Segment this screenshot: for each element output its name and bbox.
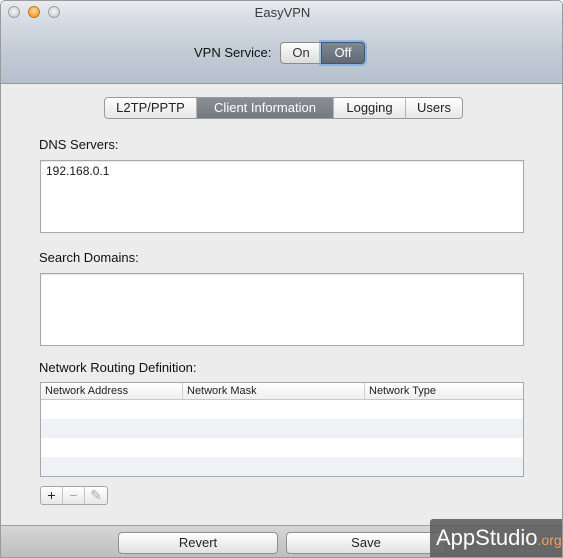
vpn-service-on-button[interactable]: On: [280, 42, 321, 64]
column-network-type[interactable]: Network Type: [365, 383, 523, 399]
search-domains-label: Search Domains:: [39, 250, 139, 265]
window-title: EasyVPN: [254, 5, 311, 20]
dns-servers-label: DNS Servers:: [39, 137, 119, 152]
edit-route-button[interactable]: ✎: [85, 487, 107, 504]
easyvpn-window: EasyVPN VPN Service: On Off L2TP/PPTP Cl…: [0, 0, 563, 558]
column-network-mask[interactable]: Network Mask: [183, 383, 365, 399]
network-routing-label: Network Routing Definition:: [39, 360, 197, 375]
dns-servers-field[interactable]: 192.168.0.1: [40, 160, 524, 233]
search-domains-field[interactable]: [40, 273, 524, 346]
watermark-suffix: .org: [537, 532, 562, 548]
tab-users[interactable]: Users: [406, 98, 462, 118]
watermark-text: AppStudio: [436, 525, 538, 550]
toolbar: EasyVPN VPN Service: On Off: [1, 1, 562, 84]
tab-client-information[interactable]: Client Information: [197, 98, 334, 118]
remove-route-button[interactable]: −: [63, 487, 85, 504]
tab-logging[interactable]: Logging: [334, 98, 406, 118]
save-button[interactable]: Save: [286, 532, 446, 554]
routing-table-header: Network Address Network Mask Network Typ…: [41, 383, 523, 400]
column-network-address[interactable]: Network Address: [41, 383, 183, 399]
routing-table[interactable]: Network Address Network Mask Network Typ…: [40, 382, 524, 477]
table-row[interactable]: [41, 438, 523, 457]
vpn-service-off-button[interactable]: Off: [321, 42, 365, 64]
appstudio-watermark: AppStudio.org: [430, 519, 562, 557]
tab-bar: L2TP/PPTP Client Information Logging Use…: [104, 97, 463, 119]
table-row[interactable]: [41, 457, 523, 476]
tab-l2tp-pptp[interactable]: L2TP/PPTP: [105, 98, 197, 118]
routing-table-controls: + − ✎: [40, 486, 108, 505]
revert-button[interactable]: Revert: [118, 532, 278, 554]
add-route-button[interactable]: +: [41, 487, 63, 504]
table-row[interactable]: [41, 419, 523, 438]
table-row[interactable]: [41, 400, 523, 419]
vpn-service-label: VPN Service:: [194, 45, 272, 60]
